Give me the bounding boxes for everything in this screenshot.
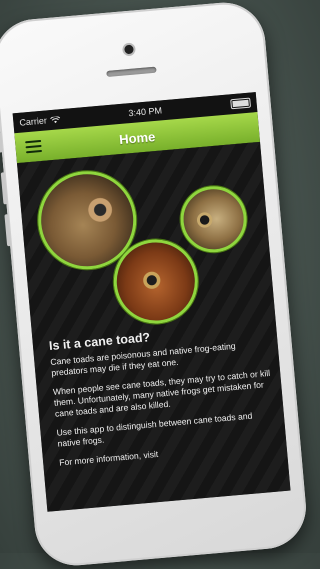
silent-switch [0,132,3,153]
volume-down-button [4,214,12,247]
spotted-frog-photo[interactable] [177,183,250,255]
battery-icon [230,97,251,110]
carrier-label: Carrier [19,115,48,128]
app-screen: Carrier 3:40 PM Home Is it a cane toad? [12,92,291,512]
front-camera [124,44,134,55]
iphone-device: Carrier 3:40 PM Home Is it a cane toad? [0,0,310,569]
status-time: 3:40 PM [128,105,163,119]
status-left: Carrier [19,114,60,128]
home-content: Is it a cane toad? Cane toads are poison… [16,141,291,512]
intro-text: Is it a cane toad? Cane toads are poison… [48,320,277,476]
volume-up-button [0,172,8,205]
wifi-icon [49,115,60,123]
earpiece-speaker [106,66,157,77]
hamburger-menu-icon[interactable] [25,139,43,154]
